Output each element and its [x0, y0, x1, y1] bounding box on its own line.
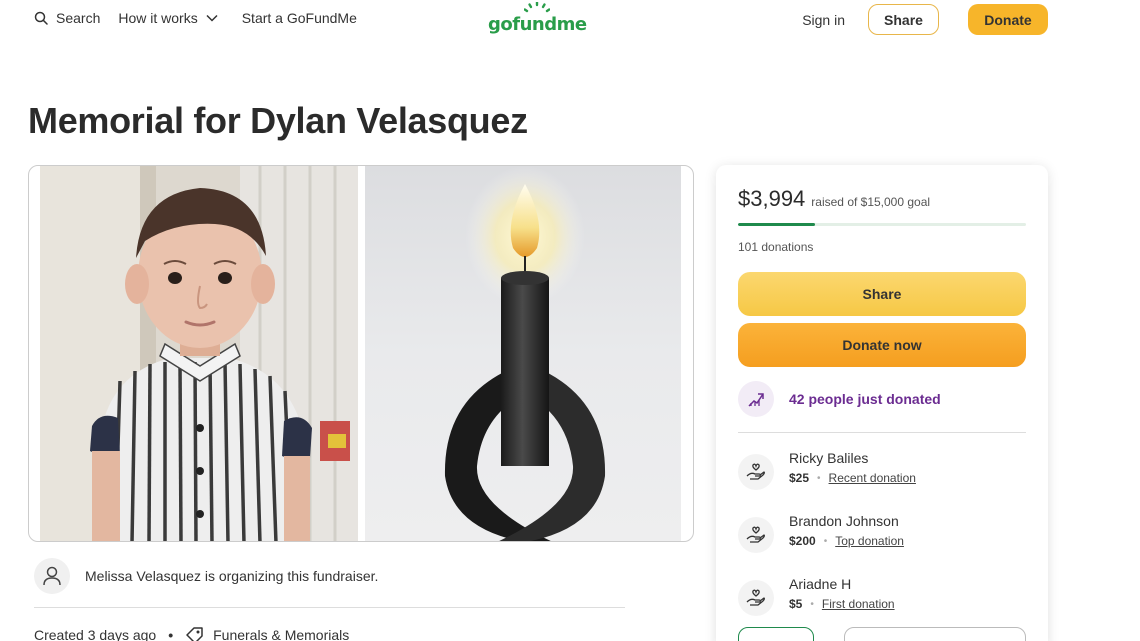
divider	[34, 607, 625, 608]
top-nav: Search How it works Start a GoFundMe gof…	[0, 0, 1140, 40]
donor-amount: $200	[789, 534, 816, 548]
donor-info: Ricky Baliles $25 • Recent donation	[789, 450, 916, 485]
see-all-button[interactable]	[738, 627, 814, 641]
tag-icon	[186, 627, 203, 641]
donor-item: Ariadne H $5 • First donation	[738, 576, 895, 616]
raised-amount: $3,994	[738, 186, 806, 211]
donor-info: Brandon Johnson $200 • Top donation	[789, 513, 904, 548]
dot-separator: •	[823, 535, 828, 547]
nav-left: Search How it works Start a GoFundMe	[34, 10, 357, 26]
organizer-row: Melissa Velasquez is organizing this fun…	[34, 558, 378, 594]
dot-separator: •	[168, 627, 174, 641]
donor-meta: $25 • Recent donation	[789, 471, 916, 485]
how-it-works-label: How it works	[118, 10, 198, 26]
donation-panel: $3,994 raised of $15,000 goal 101 donati…	[716, 165, 1048, 641]
avatar	[34, 558, 70, 594]
donor-name: Ariadne H	[789, 576, 852, 592]
header-share-button[interactable]: Share	[868, 4, 939, 35]
start-gofundme-link[interactable]: Start a GoFundMe	[242, 10, 357, 26]
heart-hand-icon	[746, 589, 765, 606]
donor-avatar	[738, 580, 774, 616]
search-label: Search	[56, 10, 101, 26]
created-date: Created 3 days ago	[34, 627, 157, 641]
trending-up-icon	[748, 393, 764, 407]
start-gofundme-label: Start a GoFundMe	[241, 10, 357, 26]
nav-right: Sign in Share Donate	[802, 4, 1048, 35]
recent-donation-link[interactable]: Recent donation	[829, 471, 916, 485]
share-button[interactable]: Share	[738, 272, 1026, 316]
dot-separator: •	[810, 598, 814, 610]
progress-fill	[738, 223, 815, 226]
top-donation-link[interactable]: Top donation	[835, 534, 904, 548]
see-top-donations-button[interactable]	[844, 627, 1026, 641]
raised-line: $3,994 raised of $15,000 goal	[738, 186, 930, 212]
trending-row: 42 people just donated	[738, 381, 941, 417]
donations-count: 101 donations	[738, 240, 814, 254]
donor-item: Ricky Baliles $25 • Recent donation	[738, 450, 916, 490]
progress-bar	[738, 223, 1026, 226]
chevron-down-icon	[206, 14, 218, 22]
campaign-image[interactable]	[28, 165, 694, 542]
search-icon	[34, 11, 48, 25]
divider	[738, 432, 1026, 433]
trend-badge	[738, 381, 774, 417]
candle-image	[365, 166, 681, 541]
logo-text: gofundme	[488, 14, 587, 35]
donor-meta: $200 • Top donation	[789, 534, 904, 548]
sign-in-link[interactable]: Sign in	[802, 12, 845, 28]
donor-avatar	[738, 517, 774, 553]
donor-item: Brandon Johnson $200 • Top donation	[738, 513, 904, 553]
goal-text: raised of $15,000 goal	[811, 195, 931, 209]
organizer-text: Melissa Velasquez is organizing this fun…	[85, 568, 379, 584]
donor-avatar	[738, 454, 774, 490]
donate-now-button[interactable]: Donate now	[738, 323, 1026, 367]
search-link[interactable]: Search	[34, 10, 100, 26]
donor-amount: $25	[789, 471, 810, 485]
gofundme-logo[interactable]: gofundme	[488, 2, 588, 36]
heart-hand-icon	[746, 463, 765, 480]
heart-hand-icon	[746, 526, 765, 543]
donor-info: Ariadne H $5 • First donation	[789, 576, 895, 611]
user-icon	[43, 566, 61, 586]
donor-name: Ricky Baliles	[789, 450, 869, 466]
category-link[interactable]: Funerals & Memorials	[213, 627, 349, 641]
donor-meta: $5 • First donation	[789, 597, 895, 611]
donor-amount: $5	[789, 597, 803, 611]
trending-text: 42 people just donated	[789, 391, 941, 407]
page-title: Memorial for Dylan Velasquez	[28, 100, 528, 141]
meta-row: Created 3 days ago • Funerals & Memorial…	[34, 626, 349, 641]
dot-separator: •	[817, 472, 821, 484]
how-it-works-menu[interactable]: How it works	[118, 10, 218, 26]
header-donate-button[interactable]: Donate	[968, 4, 1048, 35]
first-donation-link[interactable]: First donation	[822, 597, 895, 611]
child-photo	[40, 166, 358, 541]
donor-name: Brandon Johnson	[789, 513, 899, 529]
